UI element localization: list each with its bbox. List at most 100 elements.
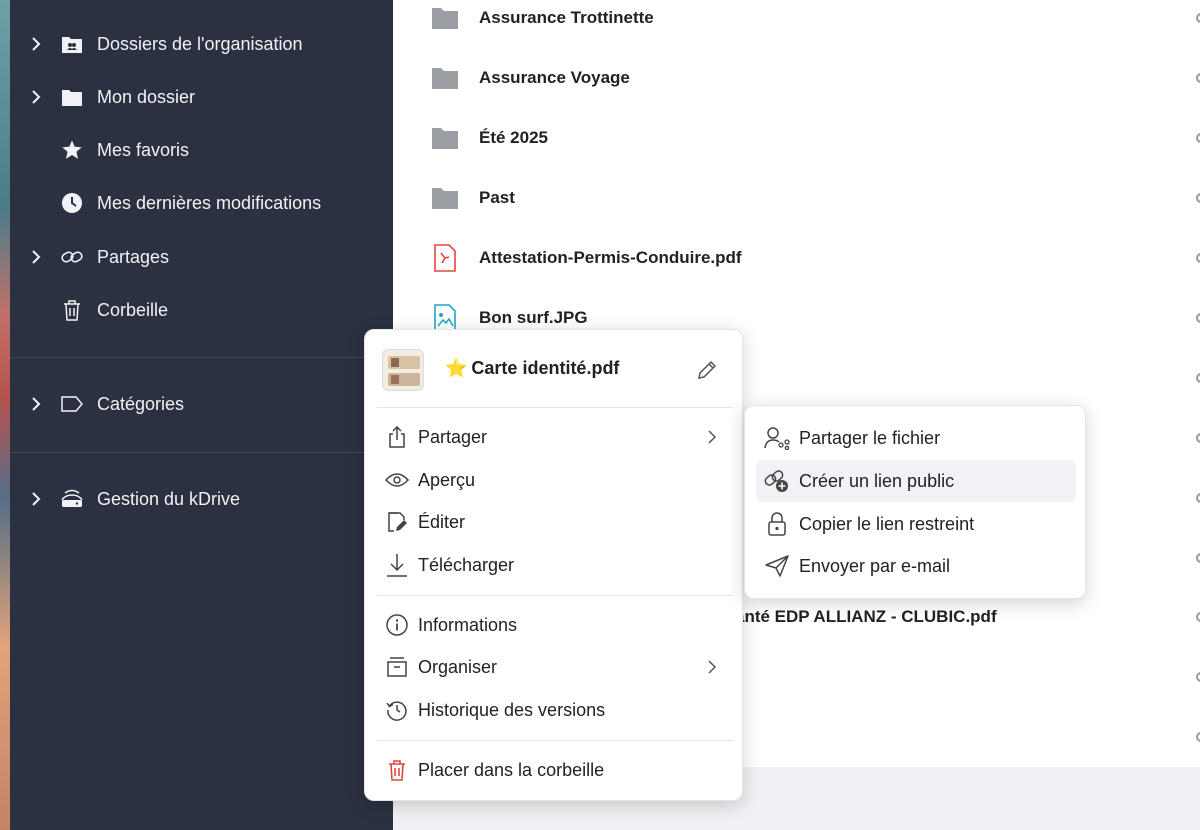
team-folder-icon: [60, 32, 84, 56]
sidebar-item-my-folder[interactable]: Mon dossier: [10, 77, 393, 117]
pdf-file-icon: [431, 244, 459, 272]
row-select-indicator[interactable]: [1196, 493, 1200, 503]
desktop-wallpaper: [0, 0, 10, 830]
sidebar-item-label: Dossiers de l'organisation: [97, 33, 303, 54]
chevron-right-icon[interactable]: [28, 491, 44, 507]
download-icon: [385, 553, 409, 577]
sidebar-item-shares[interactable]: Partages: [10, 237, 393, 277]
file-name: Assurance Trottinette: [479, 8, 654, 27]
menu-item-label: Placer dans la corbeille: [418, 759, 605, 780]
sidebar-item-favorites[interactable]: Mes favoris: [10, 130, 393, 170]
row-select-indicator[interactable]: [1196, 253, 1200, 263]
row-select-indicator[interactable]: [1196, 133, 1200, 143]
add-link-icon: [764, 468, 790, 494]
sidebar-item-label: Mes favoris: [97, 139, 190, 160]
sidebar: Dossiers de l'organisation Mon dossier M…: [10, 0, 393, 830]
menu-item-edit[interactable]: Éditer: [377, 502, 733, 542]
menu-divider: [377, 595, 733, 596]
menu-item-label: Partager: [418, 426, 488, 447]
sidebar-item-categories[interactable]: Catégories: [10, 384, 393, 424]
sidebar-divider: [10, 357, 393, 358]
file-row[interactable]: Attestation-Permis-Conduire.pdf: [393, 228, 1200, 288]
star-icon: [60, 138, 84, 162]
menu-item-move-to-trash[interactable]: Placer dans la corbeille: [377, 750, 733, 790]
row-select-indicator[interactable]: [1196, 13, 1200, 23]
menu-divider: [377, 407, 733, 408]
row-select-indicator[interactable]: [1196, 73, 1200, 83]
clock-icon: [60, 191, 84, 215]
context-menu-header: ⭐ Carte identité.pdf: [365, 330, 744, 408]
menu-item-label: Aperçu: [418, 469, 476, 490]
file-row[interactable]: Assurance Voyage: [393, 48, 1200, 108]
menu-item-information[interactable]: Informations: [377, 605, 733, 645]
sidebar-item-label: Mon dossier: [97, 86, 196, 107]
chevron-right-icon[interactable]: [28, 249, 44, 265]
chevron-right-icon[interactable]: [28, 36, 44, 52]
folder-icon: [431, 124, 459, 152]
chevron-right-icon[interactable]: [28, 396, 44, 412]
menu-item-download[interactable]: Télécharger: [377, 545, 733, 585]
row-select-indicator[interactable]: [1196, 433, 1200, 443]
row-select-indicator[interactable]: [1196, 672, 1200, 682]
folder-icon: [431, 184, 459, 212]
menu-item-label: Éditer: [418, 511, 466, 532]
row-select-indicator[interactable]: [1196, 313, 1200, 323]
submenu-item-create-public-link[interactable]: Créer un lien public: [756, 460, 1076, 502]
menu-divider: [377, 740, 733, 741]
lock-icon: [764, 511, 790, 537]
image-file-icon: [431, 304, 459, 332]
file-name: Bon surf.JPG: [479, 308, 588, 327]
file-name: Past: [479, 188, 515, 207]
menu-item-organize[interactable]: Organiser: [377, 647, 733, 687]
file-row[interactable]: Été 2025: [393, 108, 1200, 168]
sidebar-item-team-folders[interactable]: Dossiers de l'organisation: [10, 24, 393, 64]
context-menu-title: ⭐ Carte identité.pdf: [445, 358, 619, 379]
rename-pencil-icon[interactable]: [695, 358, 719, 382]
menu-item-label: Organiser: [418, 656, 498, 677]
chevron-right-icon: [708, 660, 717, 674]
file-name: Attestation-Permis-Conduire.pdf: [479, 248, 742, 267]
submenu-item-share-file[interactable]: Partager le fichier: [756, 417, 1076, 459]
folder-icon: [60, 85, 84, 109]
sidebar-item-label: Partages: [97, 246, 170, 267]
sidebar-item-trash[interactable]: Corbeille: [10, 290, 393, 330]
tag-icon: [60, 392, 84, 416]
menu-item-preview[interactable]: Aperçu: [377, 460, 733, 500]
menu-item-label: Informations: [418, 614, 518, 635]
sidebar-item-recent-changes[interactable]: Mes dernières modifications: [10, 183, 393, 223]
file-title: Carte identité.pdf: [471, 358, 620, 378]
trash-icon: [385, 758, 409, 782]
submenu-item-copy-restricted-link[interactable]: Copier le lien restreint: [756, 503, 1076, 545]
folder-icon: [431, 64, 459, 92]
submenu-item-send-by-email[interactable]: Envoyer par e-mail: [756, 545, 1076, 587]
edit-doc-icon: [385, 510, 409, 534]
share-user-icon: [764, 425, 790, 451]
share-submenu: Partager le fichier Créer un lien public…: [744, 405, 1086, 599]
submenu-item-label: Copier le lien restreint: [799, 513, 975, 534]
sidebar-item-kdrive-management[interactable]: Gestion du kDrive: [10, 479, 393, 519]
favorite-star-icon: ⭐: [445, 358, 468, 378]
share-icon: [385, 425, 409, 449]
organize-icon: [385, 655, 409, 679]
sidebar-item-label: Gestion du kDrive: [97, 488, 241, 509]
sidebar-divider: [10, 452, 393, 453]
eye-icon: [385, 468, 409, 492]
file-thumbnail: [382, 349, 424, 391]
folder-icon: [431, 4, 459, 32]
chevron-right-icon[interactable]: [28, 89, 44, 105]
menu-item-version-history[interactable]: Historique des versions: [377, 690, 733, 730]
menu-item-share[interactable]: Partager: [377, 417, 733, 457]
sidebar-item-label: Corbeille: [97, 299, 169, 320]
row-select-indicator[interactable]: [1196, 553, 1200, 563]
trash-icon: [60, 298, 84, 322]
file-row[interactable]: Assurance Trottinette: [393, 0, 1200, 48]
row-select-indicator[interactable]: [1196, 732, 1200, 742]
link-icon: [60, 245, 84, 269]
file-name: anté EDP ALLIANZ - CLUBIC.pdf: [735, 607, 997, 626]
file-row[interactable]: Past: [393, 168, 1200, 228]
row-select-indicator[interactable]: [1196, 373, 1200, 383]
row-select-indicator[interactable]: [1196, 612, 1200, 622]
row-select-indicator[interactable]: [1196, 193, 1200, 203]
file-name: Assurance Voyage: [479, 68, 630, 87]
menu-item-label: Historique des versions: [418, 699, 606, 720]
